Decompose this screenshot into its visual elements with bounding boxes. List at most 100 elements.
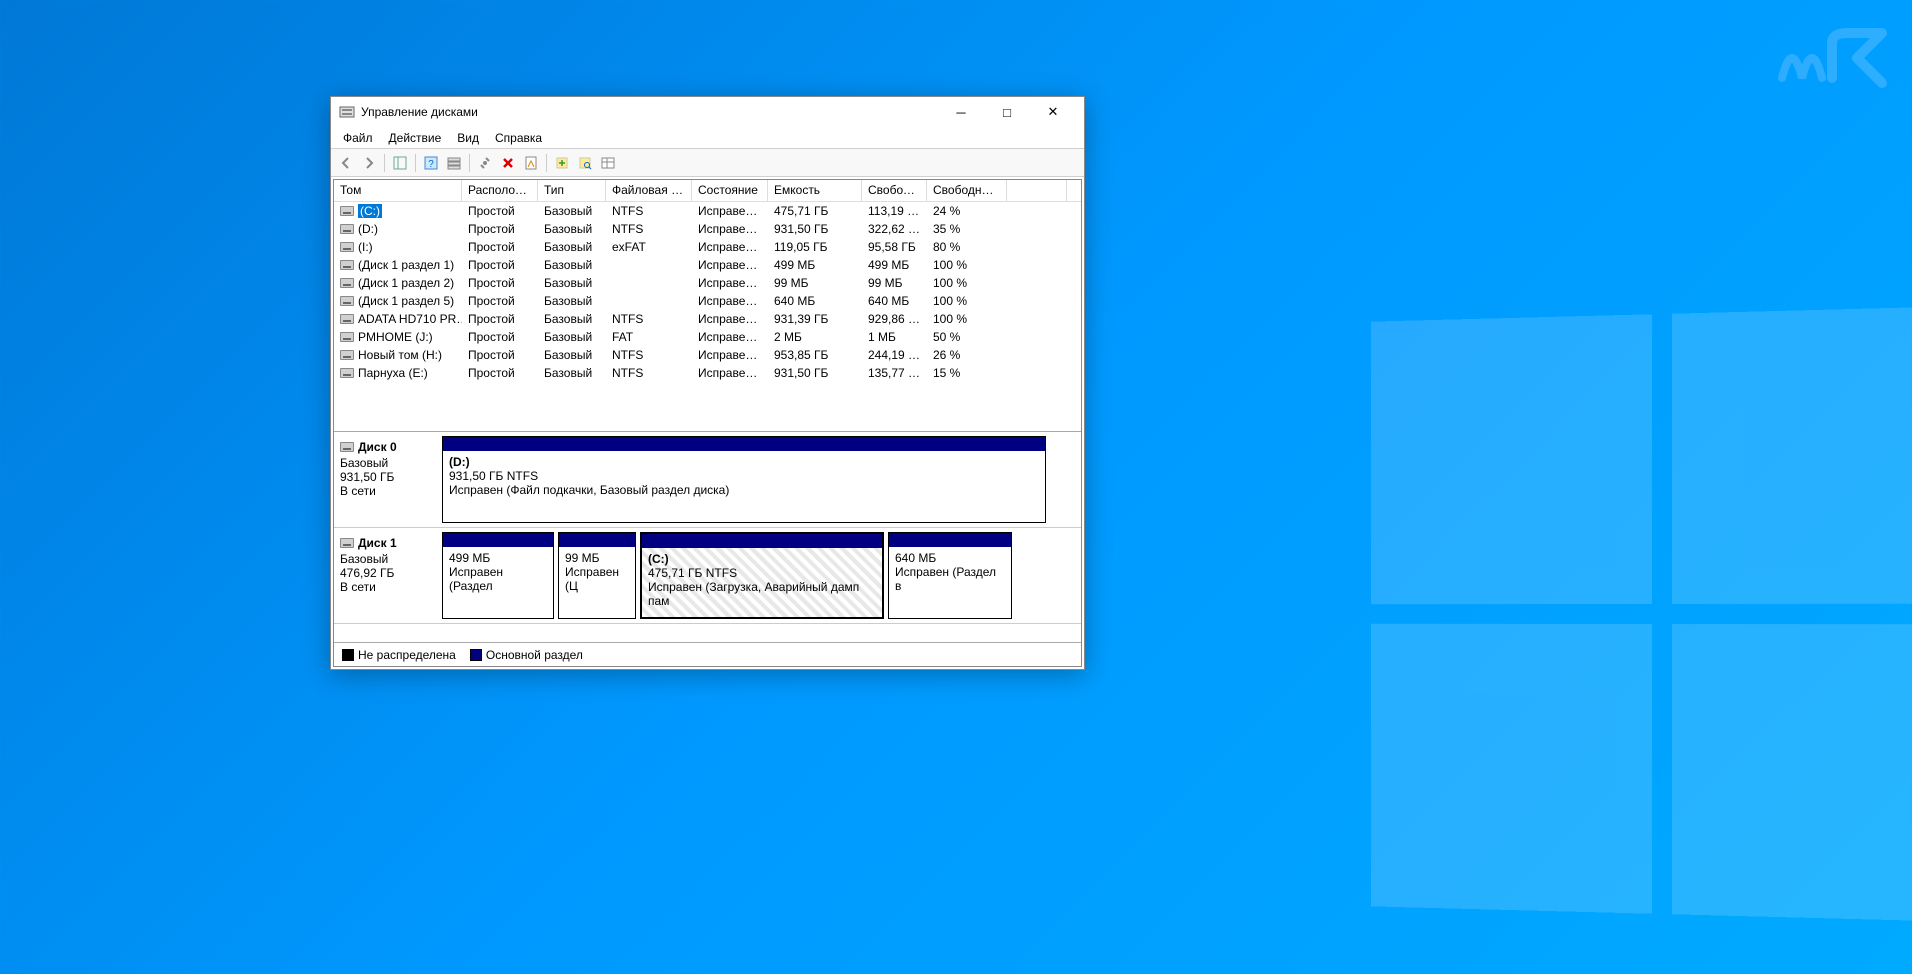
partition-size: 640 МБ [895,551,936,565]
volume-status: Исправен… [692,365,768,381]
volume-layout: Простой [462,239,538,255]
volume-freepct: 100 % [927,275,1007,291]
menu-help[interactable]: Справка [487,129,550,147]
volume-capacity: 119,05 ГБ [768,239,862,255]
show-hide-console-tree-icon[interactable] [389,152,411,174]
col-free[interactable]: Свобод… [862,180,927,201]
col-spacer [1007,180,1067,201]
volume-status: Исправен… [692,347,768,363]
col-filesystem[interactable]: Файловая с… [606,180,692,201]
menu-file[interactable]: Файл [335,129,381,147]
titlebar[interactable]: Управление дисками ─ □ ✕ [331,97,1084,127]
action-list-icon[interactable] [443,152,465,174]
legend-primary-swatch [470,649,482,661]
volume-filesystem [606,264,692,266]
col-layout[interactable]: Располож… [462,180,538,201]
partition-size: 475,71 ГБ NTFS [648,566,737,580]
volume-free: 113,19 ГБ [862,203,927,219]
volume-capacity: 953,85 ГБ [768,347,862,363]
disk-map[interactable]: Диск 0Базовый931,50 ГБВ сети(D:)931,50 Г… [334,432,1081,642]
volume-capacity: 931,39 ГБ [768,311,862,327]
minimize-button[interactable]: ─ [938,97,984,127]
partition-container: (D:)931,50 ГБ NTFSИсправен (Файл подкачк… [442,436,1077,523]
volume-name: Парнуха (E:) [358,366,428,380]
volume-row[interactable]: (I:)ПростойБазовыйexFATИсправен…119,05 Г… [334,238,1081,256]
menu-action[interactable]: Действие [381,129,450,147]
volume-freepct: 50 % [927,329,1007,345]
volume-row[interactable]: (Диск 1 раздел 1)ПростойБазовыйИсправен…… [334,256,1081,274]
help-icon[interactable]: ? [420,152,442,174]
volume-status: Исправен… [692,329,768,345]
volume-filesystem [606,300,692,302]
disk-type: Базовый [340,456,436,470]
volume-status: Исправен… [692,203,768,219]
volume-type: Базовый [538,257,606,273]
disk-size: 931,50 ГБ [340,470,436,484]
rescan-icon[interactable] [574,152,596,174]
maximize-button[interactable]: □ [984,97,1030,127]
volume-name: ADATA HD710 PR… [358,312,462,326]
volume-capacity: 475,71 ГБ [768,203,862,219]
volume-free: 640 МБ [862,293,927,309]
settings-icon[interactable] [474,152,496,174]
volume-row[interactable]: (Диск 1 раздел 2)ПростойБазовыйИсправен…… [334,274,1081,292]
partition-color-bar [642,534,882,548]
col-capacity[interactable]: Емкость [768,180,862,201]
col-status[interactable]: Состояние [692,180,768,201]
disk-row[interactable]: Диск 1Базовый476,92 ГБВ сети499 МБИсправ… [334,528,1081,624]
partition[interactable]: (C:)475,71 ГБ NTFSИсправен (Загрузка, Ав… [640,532,884,619]
volume-row[interactable]: Парнуха (E:)ПростойБазовыйNTFSИсправен…9… [334,364,1081,382]
refresh-icon[interactable] [551,152,573,174]
volume-row[interactable]: ADATA HD710 PR…ПростойБазовыйNTFSИсправе… [334,310,1081,328]
volume-free: 499 МБ [862,257,927,273]
disk-status: В сети [340,484,436,498]
watermark-logo [1772,28,1892,88]
volume-freepct: 24 % [927,203,1007,219]
col-freepct[interactable]: Свободно % [927,180,1007,201]
volume-row[interactable]: (C:)ПростойБазовыйNTFSИсправен…475,71 ГБ… [334,202,1081,220]
volume-layout: Простой [462,221,538,237]
delete-icon[interactable] [497,152,519,174]
close-button[interactable]: ✕ [1030,97,1076,127]
volume-free: 1 МБ [862,329,927,345]
view-options-icon[interactable] [597,152,619,174]
volume-name: PMHOME (J:) [358,330,433,344]
drive-icon [340,368,354,378]
forward-button[interactable] [358,152,380,174]
partition[interactable]: 640 МБИсправен (Раздел в [888,532,1012,619]
partition-title: (D:) [449,455,470,469]
volume-name: Новый том (H:) [358,348,442,362]
col-volume[interactable]: Том [334,180,462,201]
volume-row[interactable]: PMHOME (J:)ПростойБазовыйFATИсправен…2 М… [334,328,1081,346]
volume-free: 929,86 ГБ [862,311,927,327]
volume-filesystem: NTFS [606,203,692,219]
menu-view[interactable]: Вид [449,129,487,147]
partition[interactable]: (D:)931,50 ГБ NTFSИсправен (Файл подкачк… [442,436,1046,523]
volume-layout: Простой [462,365,538,381]
volume-row[interactable]: Новый том (H:)ПростойБазовыйNTFSИсправен… [334,346,1081,364]
partition[interactable]: 99 МБИсправен (Ц [558,532,636,619]
volume-filesystem: NTFS [606,221,692,237]
partition[interactable]: 499 МБИсправен (Раздел [442,532,554,619]
volume-status: Исправен… [692,311,768,327]
drive-icon [340,442,354,452]
partition-title: (C:) [648,552,669,566]
windows-logo-background [1371,306,1912,922]
partition-size: 99 МБ [565,551,600,565]
disk-management-window: Управление дисками ─ □ ✕ Файл Действие В… [330,96,1085,670]
volume-row[interactable]: (D:)ПростойБазовыйNTFSИсправен…931,50 ГБ… [334,220,1081,238]
volume-capacity: 99 МБ [768,275,862,291]
volume-list[interactable]: Том Располож… Тип Файловая с… Состояние … [334,180,1081,432]
volume-layout: Простой [462,275,538,291]
disk-row[interactable]: Диск 0Базовый931,50 ГБВ сети(D:)931,50 Г… [334,432,1081,528]
volume-filesystem: NTFS [606,347,692,363]
volume-freepct: 15 % [927,365,1007,381]
volume-layout: Простой [462,203,538,219]
properties-icon[interactable] [520,152,542,174]
content-area: Том Располож… Тип Файловая с… Состояние … [333,179,1082,667]
volume-row[interactable]: (Диск 1 раздел 5)ПростойБазовыйИсправен…… [334,292,1081,310]
volume-capacity: 931,50 ГБ [768,221,862,237]
col-type[interactable]: Тип [538,180,606,201]
back-button[interactable] [335,152,357,174]
disk-info: Диск 0Базовый931,50 ГБВ сети [338,436,438,523]
